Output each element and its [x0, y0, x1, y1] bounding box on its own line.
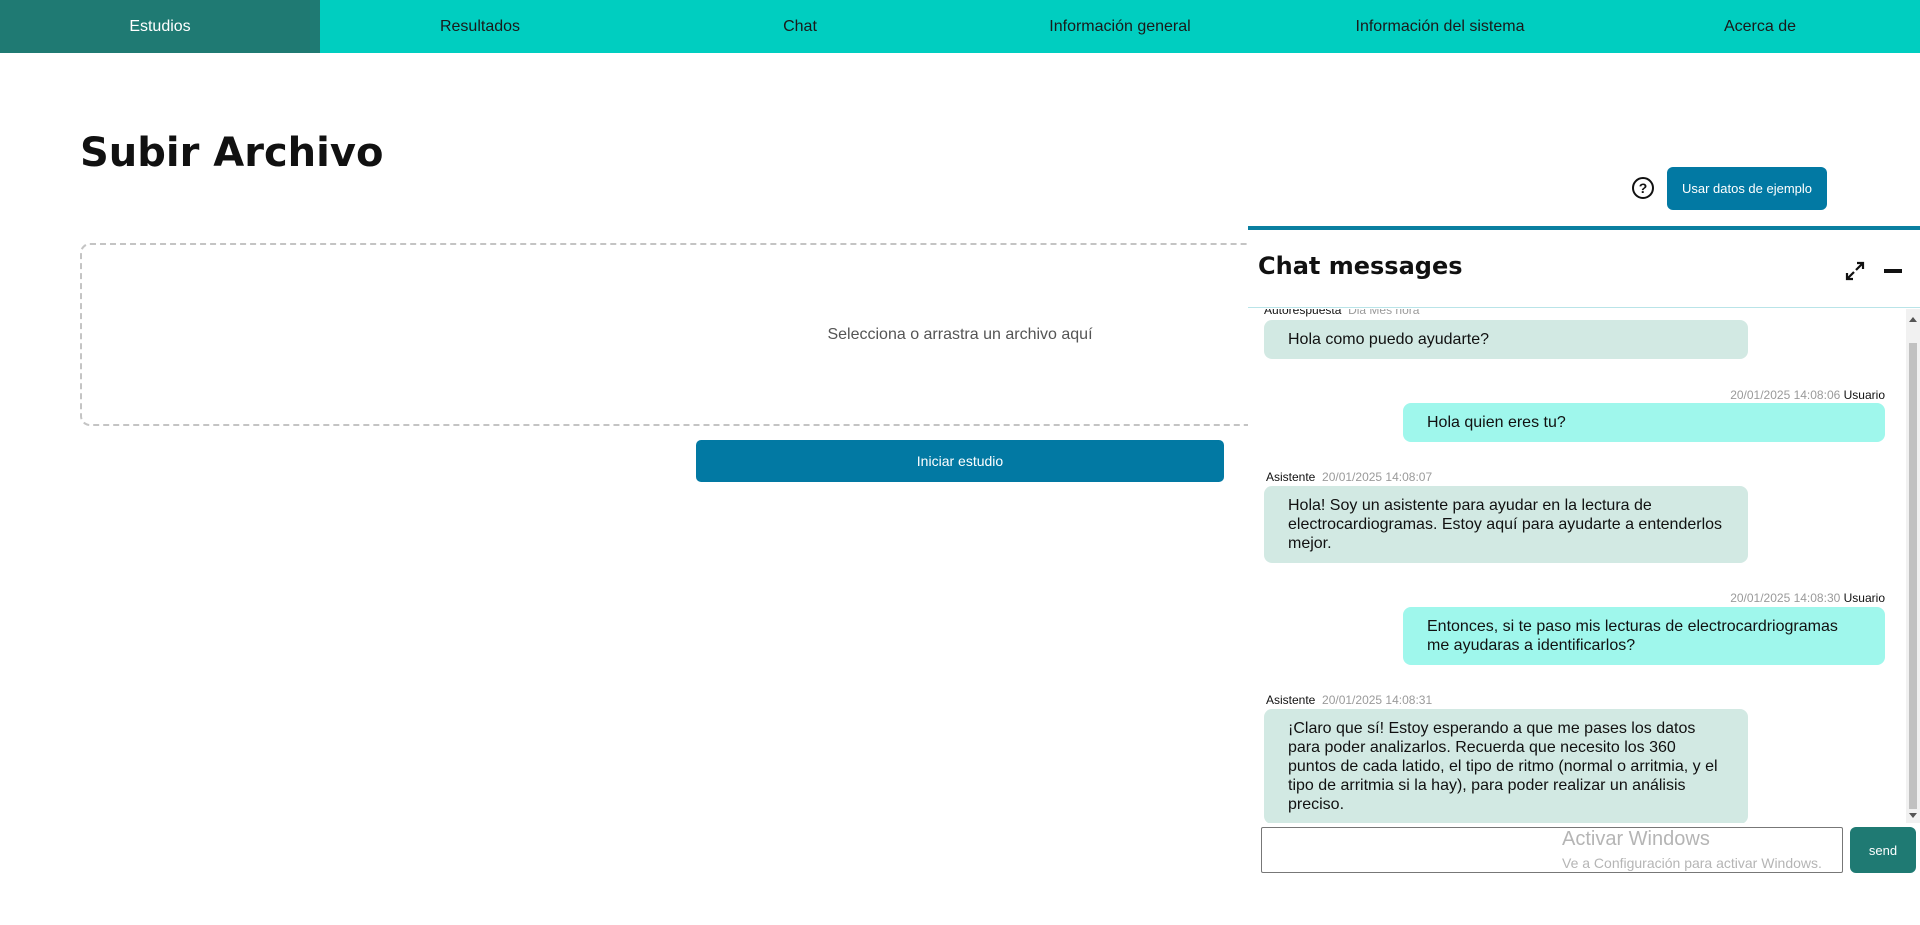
- chat-title: Chat messages: [1258, 252, 1463, 280]
- scrollbar-thumb[interactable]: [1909, 343, 1917, 809]
- top-nav: Estudios Resultados Chat Información gen…: [0, 0, 1920, 53]
- message-meta: Autorespuesta Dia Mes hora: [1264, 309, 1419, 317]
- chat-header: Chat messages: [1248, 230, 1920, 308]
- chat-input-row: send: [1248, 827, 1920, 925]
- chat-panel: Chat messages Autorespuesta Dia Mes hora…: [1248, 226, 1920, 921]
- send-button[interactable]: send: [1850, 827, 1916, 873]
- chat-message-input[interactable]: [1261, 827, 1843, 873]
- scroll-down-arrow-icon[interactable]: [1909, 813, 1917, 818]
- nav-tab-estudios[interactable]: Estudios: [0, 0, 320, 53]
- message-timestamp: 20/01/2025 14:08:06: [1730, 388, 1841, 402]
- message-timestamp: Dia Mes hora: [1348, 309, 1420, 317]
- nav-tab-resultados[interactable]: Resultados: [320, 0, 640, 53]
- message-timestamp: 20/01/2025 14:08:30: [1730, 591, 1841, 605]
- message-meta: Asistente 20/01/2025 14:08:07: [1266, 470, 1432, 484]
- question-circle-icon[interactable]: ?: [1632, 177, 1654, 199]
- chat-messages[interactable]: Autorespuesta Dia Mes hora Hola como pue…: [1248, 309, 1920, 823]
- user-message-bubble: Entonces, si te paso mis lecturas de ele…: [1403, 607, 1885, 665]
- start-study-button[interactable]: Iniciar estudio: [696, 440, 1224, 482]
- page-title: Subir Archivo: [80, 130, 384, 176]
- expand-icon[interactable]: [1844, 260, 1866, 282]
- message-meta: 20/01/2025 14:08:30 Usuario: [1730, 591, 1885, 605]
- user-message-bubble: Hola quien eres tu?: [1403, 403, 1885, 442]
- message-sender: Usuario: [1843, 591, 1885, 605]
- minimize-icon[interactable]: [1884, 269, 1902, 273]
- scroll-up-arrow-icon[interactable]: [1909, 317, 1917, 322]
- nav-tab-chat[interactable]: Chat: [640, 0, 960, 53]
- message-timestamp: 20/01/2025 14:08:31: [1322, 693, 1433, 707]
- message-sender: Autorespuesta: [1264, 309, 1342, 317]
- bot-message-bubble: Hola como puedo ayudarte?: [1264, 320, 1748, 359]
- nav-tab-informacion-sistema[interactable]: Información del sistema: [1280, 0, 1600, 53]
- message-meta: 20/01/2025 14:08:06 Usuario: [1730, 388, 1885, 402]
- message-sender: Usuario: [1843, 388, 1885, 402]
- chat-scrollbar[interactable]: [1906, 309, 1920, 823]
- nav-tab-acerca-de[interactable]: Acerca de: [1600, 0, 1920, 53]
- use-example-data-button[interactable]: Usar datos de ejemplo: [1667, 167, 1827, 210]
- dropzone-label: Selecciona o arrastra un archivo aquí: [827, 325, 1093, 343]
- message-timestamp: 20/01/2025 14:08:07: [1322, 470, 1433, 484]
- bot-message-bubble: ¡Claro que sí! Estoy esperando a que me …: [1264, 709, 1748, 823]
- message-sender: Asistente: [1266, 470, 1316, 484]
- message-meta: Asistente 20/01/2025 14:08:31: [1266, 693, 1432, 707]
- nav-tab-informacion-general[interactable]: Información general: [960, 0, 1280, 53]
- message-sender: Asistente: [1266, 693, 1316, 707]
- bot-message-bubble: Hola! Soy un asistente para ayudar en la…: [1264, 486, 1748, 563]
